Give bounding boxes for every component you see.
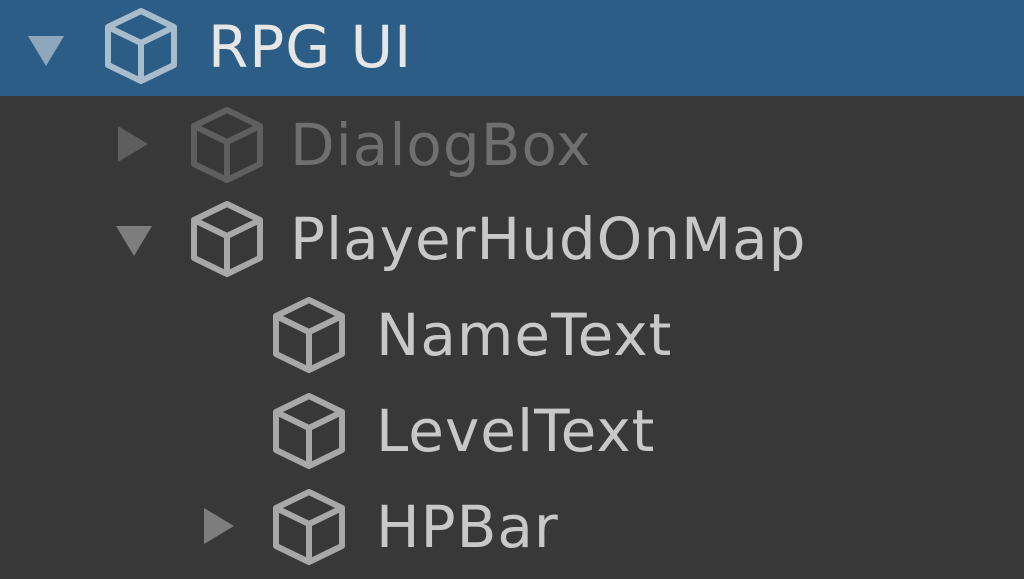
hierarchy-item-playerhudonmap[interactable]: PlayerHudOnMap <box>0 192 1024 284</box>
cube-icon <box>273 489 345 565</box>
hierarchy-item-label: NameText <box>376 301 673 369</box>
expand-arrow-icon[interactable] <box>204 508 234 544</box>
hierarchy-item-nametext[interactable]: NameText <box>0 288 1024 380</box>
cube-icon <box>191 201 263 277</box>
cube-icon <box>273 393 345 469</box>
cube-icon <box>105 8 177 84</box>
hierarchy-item-rpg-ui[interactable]: RPG UI <box>0 0 1024 96</box>
hierarchy-item-label: PlayerHudOnMap <box>290 205 807 273</box>
hierarchy-tree: RPG UI DialogBox PlayerHudOnMap NameText… <box>0 0 1024 579</box>
expand-arrow-icon[interactable] <box>116 226 152 256</box>
expand-arrow-icon[interactable] <box>28 36 64 66</box>
hierarchy-item-label: LevelText <box>376 397 656 465</box>
hierarchy-item-label: DialogBox <box>290 111 592 179</box>
cube-icon <box>273 297 345 373</box>
hierarchy-item-leveltext[interactable]: LevelText <box>0 384 1024 476</box>
hierarchy-item-hpbar[interactable]: HPBar <box>0 478 1024 579</box>
expand-arrow-icon[interactable] <box>118 126 148 162</box>
hierarchy-item-label: RPG UI <box>208 13 413 81</box>
hierarchy-item-label: HPBar <box>376 493 559 561</box>
cube-icon <box>191 107 263 183</box>
hierarchy-item-dialogbox[interactable]: DialogBox <box>0 98 1024 190</box>
